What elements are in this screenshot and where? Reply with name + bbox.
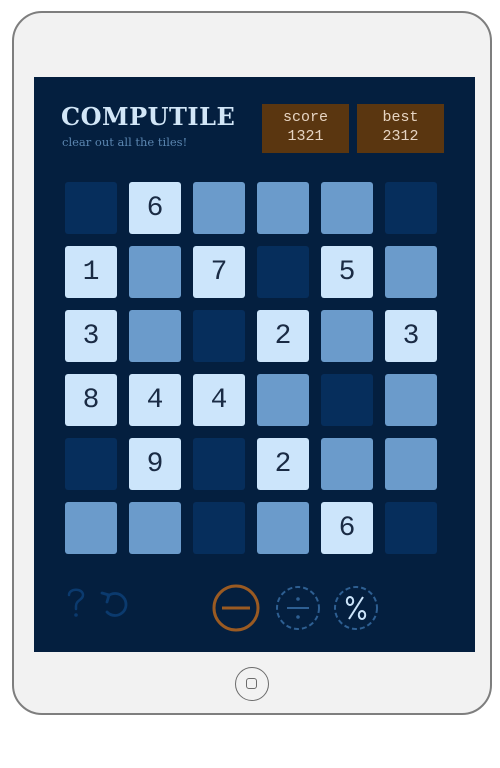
toolbar xyxy=(34,582,475,642)
tile[interactable] xyxy=(321,182,373,234)
tile[interactable] xyxy=(257,246,309,298)
best-box: best 2312 xyxy=(357,104,444,153)
tile[interactable] xyxy=(65,182,117,234)
tile[interactable] xyxy=(385,502,437,554)
tile[interactable]: 1 xyxy=(65,246,117,298)
tile[interactable] xyxy=(321,310,373,362)
best-value: 2312 xyxy=(382,128,419,145)
tile[interactable] xyxy=(129,502,181,554)
tile[interactable] xyxy=(321,374,373,426)
tile[interactable] xyxy=(385,438,437,490)
tile[interactable] xyxy=(193,310,245,362)
tile[interactable] xyxy=(257,502,309,554)
tile[interactable] xyxy=(385,246,437,298)
tile[interactable] xyxy=(193,438,245,490)
score-label: score xyxy=(282,109,328,126)
tile[interactable] xyxy=(193,182,245,234)
tile[interactable]: 8 xyxy=(65,374,117,426)
score-value: 1321 xyxy=(287,128,324,145)
tile[interactable]: 2 xyxy=(257,438,309,490)
game-screen: COMPUTILE clear out all the tiles! score… xyxy=(34,77,475,652)
tile[interactable] xyxy=(193,502,245,554)
tile[interactable] xyxy=(129,246,181,298)
score-box: score 1321 xyxy=(262,104,349,153)
tile[interactable] xyxy=(257,182,309,234)
tile[interactable]: 5 xyxy=(321,246,373,298)
home-button[interactable] xyxy=(235,667,269,701)
best-label: best xyxy=(382,109,419,126)
tile[interactable]: 2 xyxy=(257,310,309,362)
question-icon[interactable] xyxy=(62,582,90,622)
tile[interactable]: 7 xyxy=(193,246,245,298)
divide-icon[interactable] xyxy=(272,582,324,634)
undo-icon[interactable] xyxy=(98,582,132,622)
tile[interactable]: 3 xyxy=(65,310,117,362)
tile[interactable] xyxy=(257,374,309,426)
tile[interactable]: 3 xyxy=(385,310,437,362)
tile[interactable]: 4 xyxy=(129,374,181,426)
tile[interactable] xyxy=(129,310,181,362)
app-title: COMPUTILE xyxy=(61,102,236,131)
tile[interactable]: 6 xyxy=(321,502,373,554)
app-subtitle: clear out all the tiles! xyxy=(62,135,188,149)
tile[interactable]: 6 xyxy=(129,182,181,234)
minus-icon[interactable] xyxy=(210,582,262,634)
tile[interactable] xyxy=(385,374,437,426)
percent-icon[interactable] xyxy=(330,582,382,634)
tile[interactable]: 4 xyxy=(193,374,245,426)
tile[interactable] xyxy=(65,502,117,554)
tile[interactable]: 9 xyxy=(129,438,181,490)
home-square-icon xyxy=(246,678,257,689)
tile[interactable] xyxy=(321,438,373,490)
tile[interactable] xyxy=(65,438,117,490)
tile[interactable] xyxy=(385,182,437,234)
